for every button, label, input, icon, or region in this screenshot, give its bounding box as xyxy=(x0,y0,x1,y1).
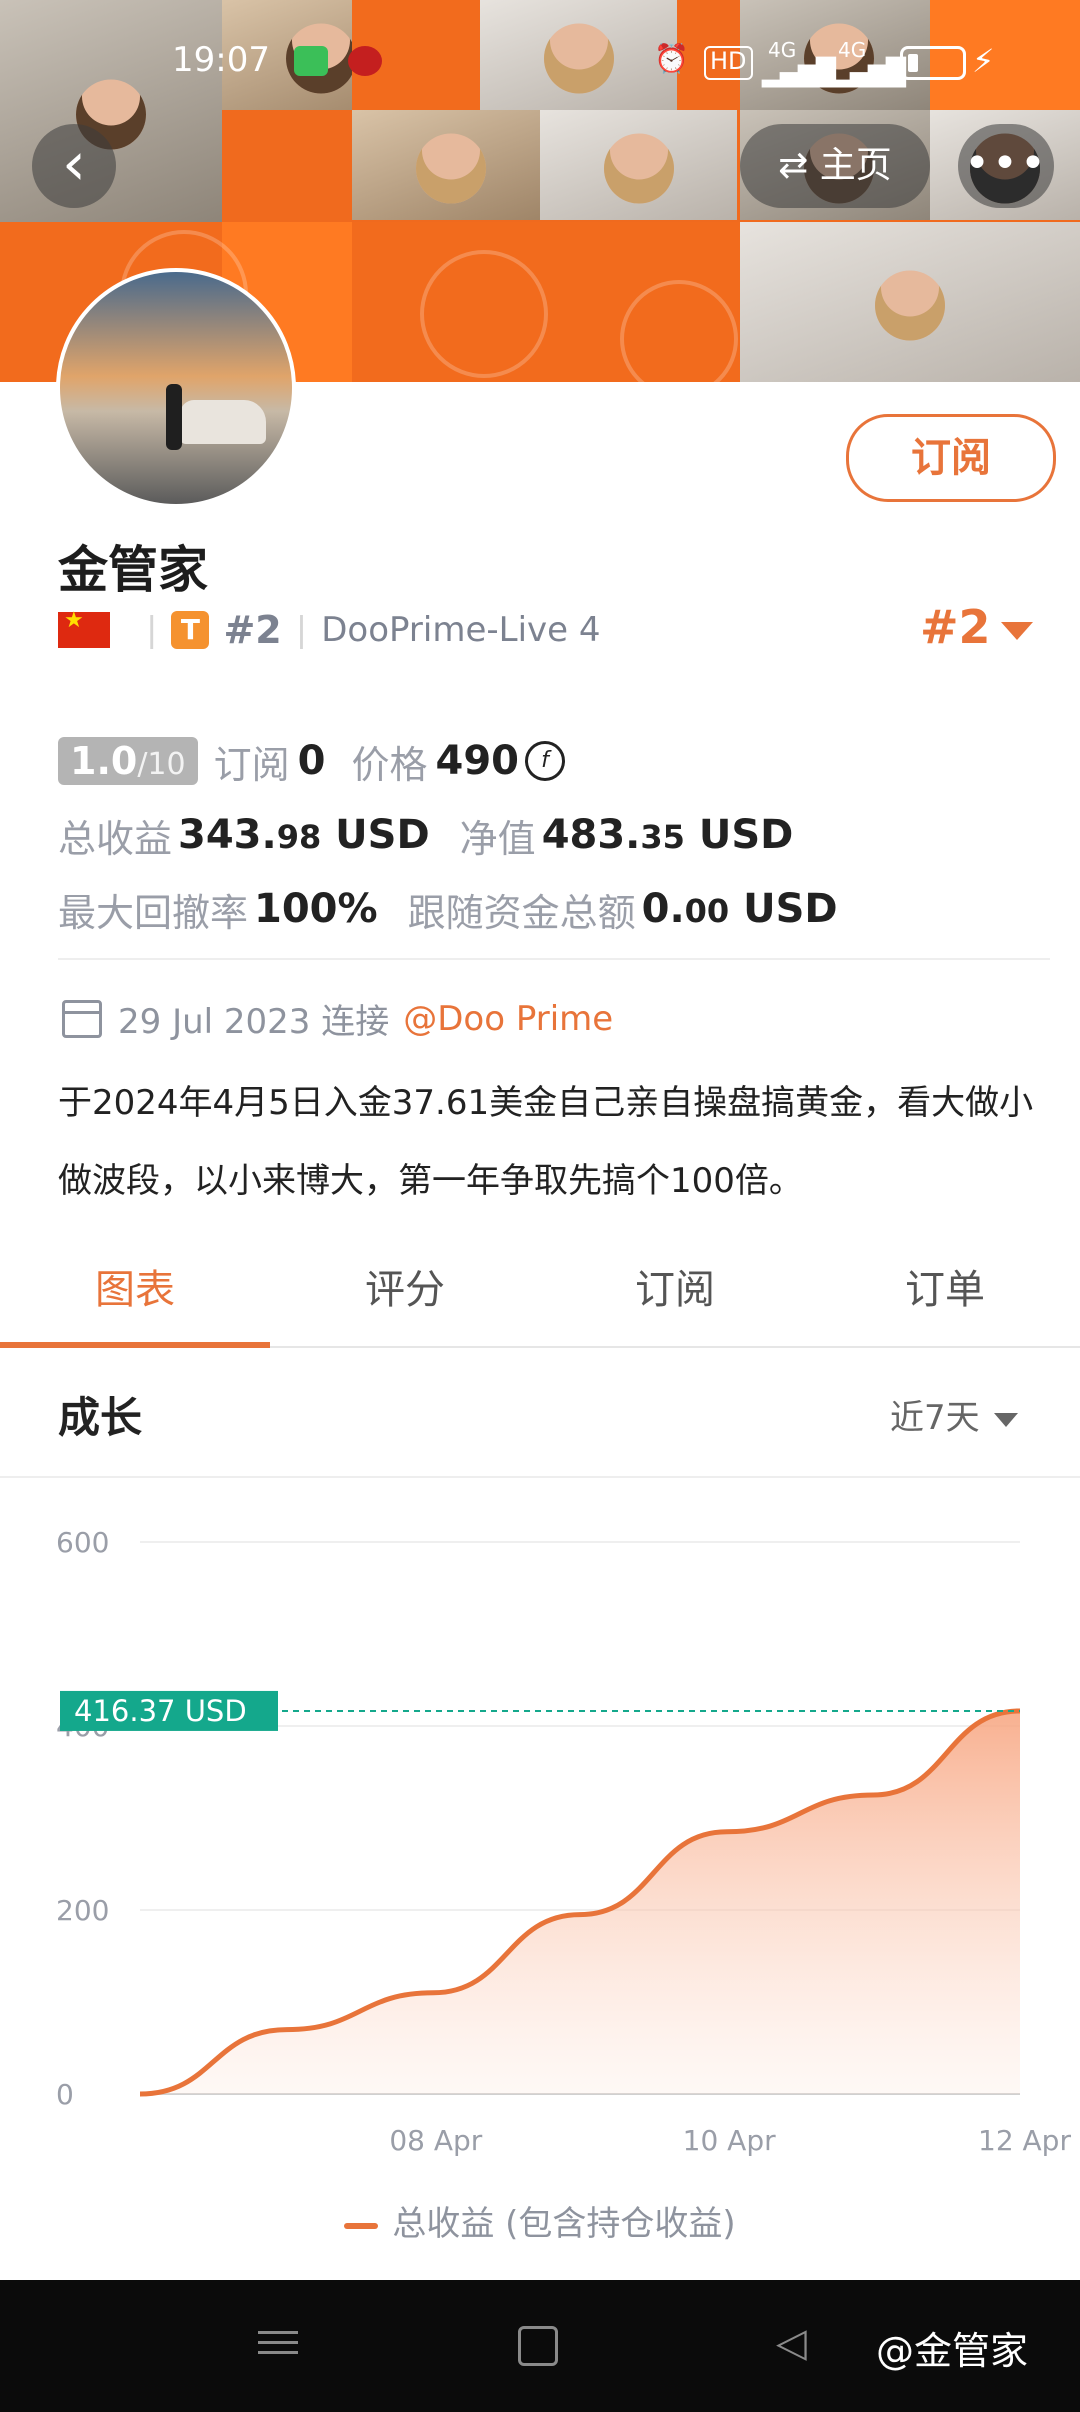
china-flag-icon xyxy=(58,608,110,648)
hd-icon: HD xyxy=(704,46,753,80)
join-info: 29 Jul 2023 连接 @Doo Prime xyxy=(62,994,613,1043)
price-value: 490 xyxy=(435,738,519,784)
subscribe-button[interactable]: 订阅 xyxy=(846,414,1056,502)
banner-photo xyxy=(0,0,222,222)
subscribe-count-label: 订阅 xyxy=(213,742,290,787)
banner-photo xyxy=(352,110,549,220)
banner-photo xyxy=(540,110,737,220)
more-button[interactable]: ••• xyxy=(958,124,1054,208)
battery-icon xyxy=(900,46,966,80)
growth-header: 成长 近7天 xyxy=(0,1346,1080,1478)
x-tick-label: 12 Apr xyxy=(978,2124,1071,2157)
avatar[interactable] xyxy=(56,268,296,508)
join-date: 29 Jul 2023 连接 xyxy=(118,1002,390,1042)
calendar-icon xyxy=(62,999,102,1038)
signal-icon: ▂▄▆█ xyxy=(762,58,836,88)
watermark: @金管家 xyxy=(876,2329,1029,2373)
back-icon: ‹ xyxy=(62,129,86,199)
chart-legend: 总收益 (包含持仓收益) xyxy=(0,2196,1080,2245)
alarm-icon: ⏰ xyxy=(654,42,689,75)
home-button[interactable]: ⇄ 主页 xyxy=(740,124,930,208)
stats-line: 最大回撤率 100% 跟随资金总额 0.00 USD xyxy=(58,872,838,946)
x-tick-label: 08 Apr xyxy=(389,2124,482,2157)
tier-badge: T xyxy=(171,611,210,649)
more-icon: ••• xyxy=(964,138,1048,189)
coin-icon: f xyxy=(524,741,565,781)
status-time: 19:07 xyxy=(172,40,270,80)
y-tick-label: 0 xyxy=(56,2078,74,2111)
legend-swatch xyxy=(344,2222,379,2229)
back-triangle-icon[interactable]: ◁ xyxy=(776,2320,807,2366)
caret-down-icon xyxy=(993,1412,1018,1427)
y-tick-label: 600 xyxy=(56,1526,109,1559)
rank-label: #2 xyxy=(223,608,282,652)
status-bar: 19:07 ⏰ HD 4G ▂▄▆█ 4G ▂▄▆█ ⚡ xyxy=(0,36,1080,88)
charging-icon: ⚡ xyxy=(972,42,995,80)
equity-label: 净值 xyxy=(459,816,536,861)
tab-rating[interactable]: 评分 xyxy=(270,1240,540,1346)
total-profit-value: 343.98 USD xyxy=(178,812,430,858)
message-icon xyxy=(294,46,328,76)
stats-line: 总收益 343.98 USD 净值 483.35 USD xyxy=(58,798,838,872)
system-nav-bar: ◁ @金管家 xyxy=(0,2280,1080,2412)
divider xyxy=(58,958,1050,960)
signal-icon: ▂▄▆█ xyxy=(832,58,906,88)
rank-dropdown[interactable]: #2 xyxy=(920,600,1033,654)
total-profit-label: 总收益 xyxy=(58,816,173,861)
score-badge: 1.0/10 xyxy=(58,737,198,785)
avatar-car xyxy=(180,400,266,444)
growth-title: 成长 xyxy=(58,1393,143,1442)
profile-name: 金管家 xyxy=(58,541,208,599)
stats-panel: 1.0/10 订阅 0 价格 490 f 总收益 343.98 USD 净值 4… xyxy=(58,724,838,946)
server-name: DooPrime-Live 4 xyxy=(321,610,601,650)
menu-icon[interactable] xyxy=(258,2324,298,2360)
subscribe-count: 0 xyxy=(297,738,326,784)
back-button[interactable]: ‹ xyxy=(32,124,116,208)
bank-icon xyxy=(348,46,382,76)
tab-orders[interactable]: 订单 xyxy=(810,1240,1080,1346)
current-value-label: 416.37 USD xyxy=(74,1694,247,1728)
growth-chart: 020040060008 Apr10 Apr12 Apr 416.37 USD xyxy=(56,1526,1071,2157)
strategy-description: 于2024年4月5日入金37.61美金自己亲自操盘搞黄金，看大做小做波段，以小来… xyxy=(58,1083,1034,1201)
profile-meta: | T #2 | DooPrime-Live 4 xyxy=(58,608,601,652)
follow-funds-label: 跟随资金总额 xyxy=(407,890,636,935)
home-label: ⇄ 主页 xyxy=(778,145,892,186)
max-drawdown-value: 100% xyxy=(254,886,378,932)
y-tick-label: 200 xyxy=(56,1894,109,1927)
equity-value: 483.35 USD xyxy=(541,812,794,858)
rank-value: #2 xyxy=(920,600,991,654)
legend-label: 总收益 (包含持仓收益) xyxy=(392,2204,736,2244)
avatar-person xyxy=(166,384,182,450)
price-label: 价格 xyxy=(351,742,428,787)
home-square-icon[interactable] xyxy=(518,2326,558,2366)
tab-subscribe[interactable]: 订阅 xyxy=(540,1240,810,1346)
x-tick-label: 10 Apr xyxy=(683,2124,776,2157)
tab-bar: 图表 评分 订阅 订单 xyxy=(0,1240,1080,1348)
stats-line: 1.0/10 订阅 0 价格 490 f xyxy=(58,724,838,798)
follow-funds-value: 0.00 USD xyxy=(641,886,838,932)
growth-area xyxy=(140,1710,1020,2094)
max-drawdown-label: 最大回撤率 xyxy=(58,890,249,935)
broker-link[interactable]: @Doo Prime xyxy=(403,999,613,1039)
range-dropdown[interactable]: 近7天 xyxy=(890,1390,1018,1439)
banner-photo xyxy=(740,222,1080,382)
tab-chart[interactable]: 图表 xyxy=(0,1240,270,1348)
caret-down-icon xyxy=(1000,621,1033,640)
